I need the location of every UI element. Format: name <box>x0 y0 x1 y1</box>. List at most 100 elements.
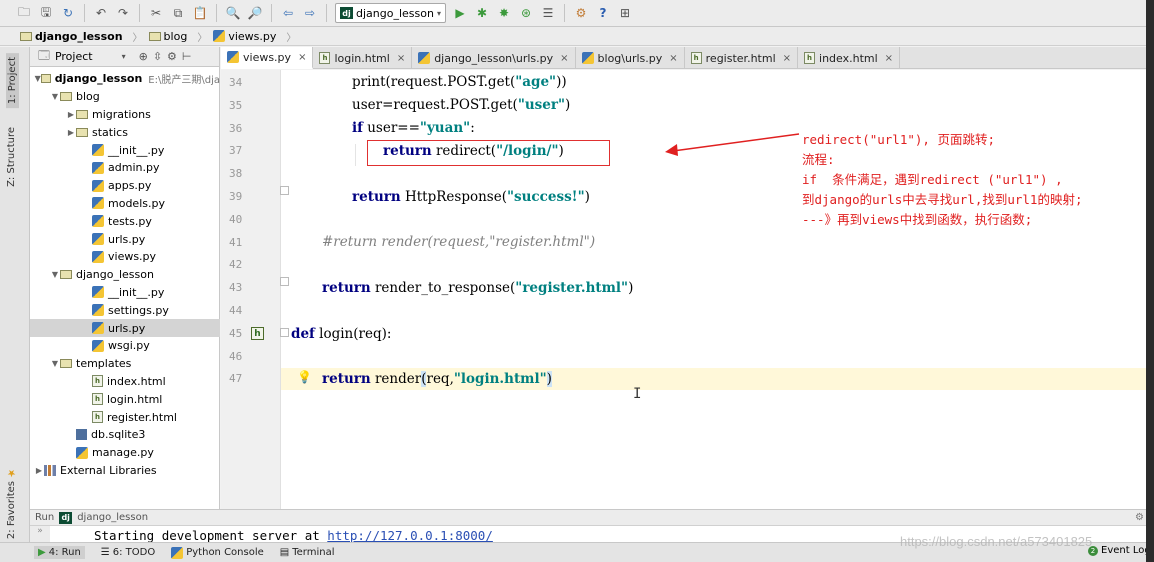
tree-item[interactable]: __init__.py <box>30 141 220 159</box>
structure-icon[interactable]: ⊞ <box>617 5 633 21</box>
tree-item[interactable]: ▼ django_lesson <box>30 266 220 284</box>
gear-icon[interactable]: ⚙ <box>1135 512 1144 523</box>
tree-item[interactable]: views.py <box>30 248 220 266</box>
run-configuration-select[interactable]: dj django_lesson ▾ <box>335 3 446 23</box>
template-link-icon[interactable]: h <box>251 327 264 340</box>
collapsed-arrow-icon[interactable]: ▶ <box>66 128 76 137</box>
tree-item[interactable]: apps.py <box>30 177 220 195</box>
close-icon[interactable]: × <box>783 53 791 64</box>
todo-icon: ☰ <box>100 547 110 558</box>
coverage-icon[interactable]: ✸ <box>496 5 512 21</box>
find-icon[interactable]: 🔍 <box>225 5 241 21</box>
breadcrumb-item-blog[interactable]: blog <box>148 30 194 43</box>
tree-item[interactable]: urls.py <box>30 230 220 248</box>
fold-marker-icon[interactable] <box>280 186 289 195</box>
redo-icon[interactable]: ↷ <box>115 5 131 21</box>
tree-item[interactable]: h index.html <box>30 373 220 391</box>
tree-item[interactable]: ▼ templates <box>30 355 220 373</box>
server-url-link[interactable]: http://127.0.0.1:8000/ <box>327 528 493 543</box>
tree-item[interactable]: manage.py <box>30 444 220 462</box>
editor-tab[interactable]: blog\urls.py × <box>576 47 685 69</box>
forward-icon[interactable]: ⇨ <box>302 5 318 21</box>
tree-item[interactable]: __init__.py <box>30 284 220 302</box>
fold-marker-icon[interactable] <box>280 277 289 286</box>
editor-tab[interactable]: h login.html × <box>313 47 413 69</box>
code-line-45: def login(req): <box>291 326 392 342</box>
python-file-icon <box>92 197 104 210</box>
tree-item[interactable]: db.sqlite3 <box>30 426 220 444</box>
close-icon[interactable]: × <box>560 53 568 64</box>
copy-icon[interactable]: ⧉ <box>170 5 186 21</box>
bottom-tab-python-console[interactable]: Python Console <box>171 546 264 559</box>
python-icon <box>171 546 184 559</box>
side-tab-structure[interactable]: Z: Structure <box>6 127 17 187</box>
python-file-icon <box>92 233 104 246</box>
back-icon[interactable]: ⇦ <box>280 5 296 21</box>
code-editor[interactable]: 34 35 36 37 38 39 40 41 42 43 44 45 46 47 h 💡 print(r… <box>221 70 1154 509</box>
hide-icon[interactable]: ⊢ <box>182 50 192 63</box>
editor-tab[interactable]: h register.html × <box>685 47 799 69</box>
close-icon[interactable]: × <box>397 53 405 64</box>
bottom-tab-todo[interactable]: ☰ 6: TODO <box>101 547 155 558</box>
tree-item[interactable]: ▼ blog <box>30 88 220 106</box>
bottom-tab-terminal[interactable]: ▤ Terminal <box>280 547 335 558</box>
project-panel-header: 🗔 Project ▾ ⊕ ⇳ ⚙ ⊢ <box>30 47 219 67</box>
tree-item[interactable]: ▶ migrations <box>30 106 220 124</box>
undo-icon[interactable]: ↶ <box>93 5 109 21</box>
chevron-down-icon[interactable]: ▾ <box>122 52 126 61</box>
collapsed-arrow-icon[interactable]: ▶ <box>66 110 76 119</box>
editor-tab[interactable]: views.py × <box>221 47 314 69</box>
tree-item[interactable]: tests.py <box>30 212 220 230</box>
expanded-arrow-icon[interactable]: ▼ <box>50 270 60 279</box>
collapsed-arrow-icon[interactable]: ▶ <box>34 466 44 475</box>
run-configuration-label: django_lesson <box>356 6 434 20</box>
bottom-tab-run[interactable]: ▶ 4: Run <box>34 546 85 559</box>
collapse-icon[interactable]: ⇳ <box>153 50 162 63</box>
tree-item[interactable]: h login.html <box>30 390 220 408</box>
fold-marker-icon[interactable] <box>280 328 289 337</box>
tree-item[interactable]: ▼ django_lesson E:\脱产三期\dja <box>30 70 220 88</box>
tree-item[interactable]: ▶ External Libraries <box>30 462 220 480</box>
breadcrumb-item-file[interactable]: views.py <box>213 30 282 43</box>
folder-open-icon[interactable]: 🗀 <box>16 5 32 21</box>
tree-item[interactable]: settings.py <box>30 301 220 319</box>
close-icon[interactable]: × <box>885 53 893 64</box>
editor-tab[interactable]: h index.html × <box>798 47 901 69</box>
tree-item[interactable]: models.py <box>30 195 220 213</box>
line-number: 44 <box>229 304 243 317</box>
expanded-arrow-icon[interactable]: ▼ <box>50 359 60 368</box>
target-icon[interactable]: ⊕ <box>139 50 148 63</box>
cut-icon[interactable]: ✂ <box>148 5 164 21</box>
breadcrumb-separator-icon: 〉 <box>132 32 143 44</box>
expand-icon[interactable]: » <box>30 526 50 543</box>
line-number: 39 <box>229 190 243 203</box>
save-icon[interactable]: 🖫 <box>38 5 54 21</box>
help-icon[interactable]: ? <box>595 5 611 21</box>
editor-tab[interactable]: django_lesson\urls.py × <box>412 47 576 69</box>
expanded-arrow-icon[interactable]: ▼ <box>50 92 60 101</box>
profile-icon[interactable]: ⊛ <box>518 5 534 21</box>
lightbulb-icon[interactable]: 💡 <box>297 370 312 384</box>
tree-item[interactable]: ▶ statics <box>30 123 220 141</box>
tree-item[interactable]: admin.py <box>30 159 220 177</box>
side-tab-favorites[interactable]: 2: Favorites ★ <box>6 467 17 539</box>
sync-icon[interactable]: ↻ <box>60 5 76 21</box>
tree-item[interactable]: wsgi.py <box>30 337 220 355</box>
event-log-button[interactable]: 2 Event Log <box>1088 545 1151 556</box>
expanded-arrow-icon[interactable]: ▼ <box>34 74 41 83</box>
close-icon[interactable]: × <box>298 52 306 63</box>
vcs-icon[interactable]: ⚙ <box>573 5 589 21</box>
replace-icon[interactable]: 🔎 <box>247 5 263 21</box>
close-icon[interactable]: × <box>669 53 677 64</box>
editor-tab-label: django_lesson\urls.py <box>434 51 554 65</box>
paste-icon[interactable]: 📋 <box>192 5 208 21</box>
breadcrumb-item-project[interactable]: django_lesson <box>20 30 129 43</box>
run-icon[interactable]: ▶ <box>452 5 468 21</box>
tree-item[interactable]: urls.py <box>30 319 220 337</box>
gear-icon[interactable]: ⚙ <box>167 50 177 63</box>
tasks-icon[interactable]: ☰ <box>540 5 556 21</box>
debug-icon[interactable]: ✱ <box>474 5 490 21</box>
side-tab-project[interactable]: 1: Project <box>6 53 19 109</box>
line-number: 38 <box>229 167 243 181</box>
tree-item[interactable]: h register.html <box>30 408 220 426</box>
